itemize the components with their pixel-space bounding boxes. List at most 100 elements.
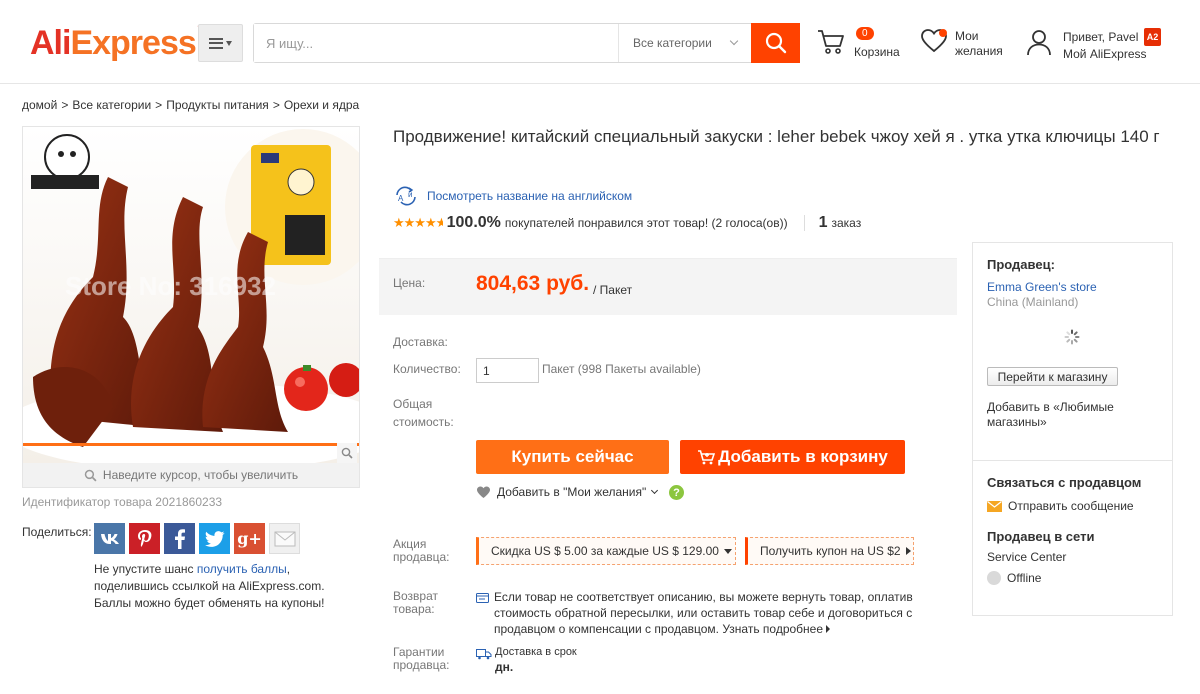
- image-watermark: Store No: 316932: [65, 271, 276, 301]
- google-plus-share-icon[interactable]: g+: [234, 523, 265, 554]
- zoom-hint-text: Наведите курсор, чтобы увеличить: [102, 468, 299, 482]
- my-aliexpress-link[interactable]: Мой AliExpress: [1063, 46, 1161, 62]
- product-photo-illustration: Store No: 316932: [23, 127, 359, 465]
- breadcrumb-all-categories[interactable]: Все категории: [72, 98, 151, 112]
- quantity-label: Количество:: [393, 362, 461, 376]
- search-input[interactable]: [254, 24, 618, 62]
- go-to-store-button[interactable]: Перейти к магазину: [987, 367, 1118, 386]
- buy-now-button[interactable]: Купить сейчас: [476, 440, 669, 474]
- product-image[interactable]: Store No: 316932: [23, 127, 359, 465]
- contact-heading: Связаться с продавцом: [987, 475, 1142, 490]
- wishlist-link[interactable]: Мои желания: [920, 28, 1003, 58]
- discount-coupon-text: Скидка US $ 5.00 за каждые US $ 129.00: [491, 544, 719, 558]
- return-label: Возврат товара:: [393, 589, 438, 616]
- twitter-share-icon[interactable]: [199, 523, 230, 554]
- loading-spinner-icon: [1064, 329, 1080, 345]
- vk-share-icon[interactable]: [94, 523, 125, 554]
- seller-online-heading: Продавец в сети: [987, 529, 1095, 544]
- offline-status-icon: [987, 571, 1001, 585]
- seller-heading: Продавец:: [987, 257, 1055, 272]
- return-policy-icon: [476, 593, 489, 603]
- category-select-value: Все категории: [633, 36, 712, 50]
- user-level-badge: A2: [1143, 28, 1162, 46]
- account-menu[interactable]: Привет, Pavel A2 Мой AliExpress: [1025, 28, 1162, 61]
- chevron-down-icon: [729, 36, 739, 46]
- delivery-label: Доставка:: [393, 335, 448, 349]
- breadcrumb-food[interactable]: Продукты питания: [166, 98, 269, 112]
- wishlist-label-line2: желания: [955, 44, 1003, 58]
- magnifier-icon: [341, 447, 353, 459]
- seller-panel: Продавец: Emma Green's store China (Main…: [972, 242, 1173, 616]
- caret-down-icon: [226, 40, 232, 46]
- send-message-text: Отправить сообщение: [1008, 499, 1134, 513]
- wishlist-label: Мои желания: [955, 29, 1003, 59]
- site-header: AliExpress™ Все категории 0 Корзина Мои …: [0, 0, 1200, 84]
- envelope-icon: [987, 500, 1002, 512]
- cart-label: Корзина: [854, 45, 900, 59]
- user-greeting: Привет, Pavel: [1063, 30, 1139, 44]
- zoom-button[interactable]: [337, 443, 357, 463]
- send-message-link[interactable]: Отправить сообщение: [987, 499, 1134, 513]
- rating-stars: ★★★★★: [393, 215, 443, 230]
- product-gallery: Store No: 316932 Наведите курсор, чтобы …: [22, 126, 360, 488]
- heart-icon: [477, 486, 490, 498]
- guarantee-label: Гарантии продавца:: [393, 645, 450, 672]
- categories-menu-button[interactable]: [198, 24, 243, 62]
- store-name-link[interactable]: Emma Green's store: [987, 280, 1097, 294]
- hamburger-icon: [209, 37, 223, 49]
- translate-title-link[interactable]: Aй Посмотреть название на английском: [393, 186, 632, 206]
- magnifier-icon: [84, 469, 97, 482]
- seller-status-text: Offline: [1007, 571, 1042, 585]
- product-id: Идентификатор товара 2021860233: [22, 495, 223, 509]
- cart-link[interactable]: 0 Корзина: [816, 27, 900, 62]
- pinterest-share-icon[interactable]: [129, 523, 160, 554]
- aliexpress-logo[interactable]: AliExpress™: [30, 24, 206, 63]
- rating-percent: 100.0%: [446, 214, 501, 231]
- rating-divider: [803, 215, 805, 231]
- chevron-down-icon: [651, 486, 659, 495]
- add-to-cart-button[interactable]: Добавить в корзину: [680, 440, 905, 474]
- search-button[interactable]: [751, 23, 800, 63]
- caret-down-icon: [723, 548, 732, 554]
- add-to-wishlist-label: Добавить в "Мои желания": [497, 485, 647, 499]
- price-label: Цена:: [393, 276, 426, 290]
- price-box: Цена: 804,63 руб. / Пакет: [379, 258, 957, 315]
- product-price: 804,63 руб.: [476, 272, 590, 295]
- zoom-hint: Наведите курсор, чтобы увеличить: [23, 463, 359, 487]
- cart-count-badge: 0: [856, 27, 874, 40]
- learn-more-link[interactable]: Узнать подробнее: [722, 622, 831, 636]
- category-select[interactable]: Все категории: [618, 24, 751, 62]
- get-coupon-text: Получить купон на US $2: [760, 544, 901, 558]
- search-bar: Все категории: [253, 23, 800, 63]
- quantity-input[interactable]: [476, 358, 539, 383]
- share-label: Поделиться:: [22, 525, 92, 539]
- add-to-wishlist[interactable]: Добавить в "Мои желания": [476, 485, 659, 499]
- facebook-share-icon[interactable]: [164, 523, 195, 554]
- share-icons: g+: [94, 523, 300, 554]
- product-title: Продвижение! китайский специальный закус…: [393, 127, 1160, 146]
- add-to-cart-label: Добавить в корзину: [718, 447, 888, 466]
- rating-text[interactable]: покупателей понравился этот товар! (2 го…: [505, 216, 788, 230]
- user-icon: [1027, 30, 1051, 56]
- orders-label: заказ: [831, 216, 862, 230]
- promo-label: Акция продавца:: [393, 537, 450, 564]
- svg-text:й: й: [408, 190, 412, 199]
- store-country: China (Mainland): [987, 295, 1079, 309]
- discount-coupon[interactable]: Скидка US $ 5.00 за каждые US $ 129.00: [476, 537, 736, 565]
- get-coupon-button[interactable]: Получить купон на US $2: [745, 537, 914, 565]
- get-points-link[interactable]: получить баллы: [197, 562, 287, 576]
- svg-text:A: A: [398, 194, 404, 203]
- delivery-truck-icon: [476, 649, 492, 660]
- breadcrumb-home[interactable]: домой: [22, 98, 57, 112]
- cart-add-icon: [698, 450, 716, 465]
- email-share-icon[interactable]: [269, 523, 300, 554]
- breadcrumb-nuts[interactable]: Орехи и ядра: [284, 98, 359, 112]
- cart-icon: [818, 30, 844, 54]
- translate-icon: Aй: [396, 186, 416, 206]
- guarantee-days: дн.: [495, 660, 514, 674]
- add-favorite-store-link[interactable]: Добавить в «Любимые магазины»: [987, 400, 1127, 430]
- service-center: Service Center: [987, 550, 1067, 564]
- help-icon[interactable]: ?: [669, 485, 684, 500]
- account-labels: Привет, Pavel A2 Мой AliExpress: [1063, 28, 1162, 62]
- total-label: Общая стоимость:: [393, 397, 454, 429]
